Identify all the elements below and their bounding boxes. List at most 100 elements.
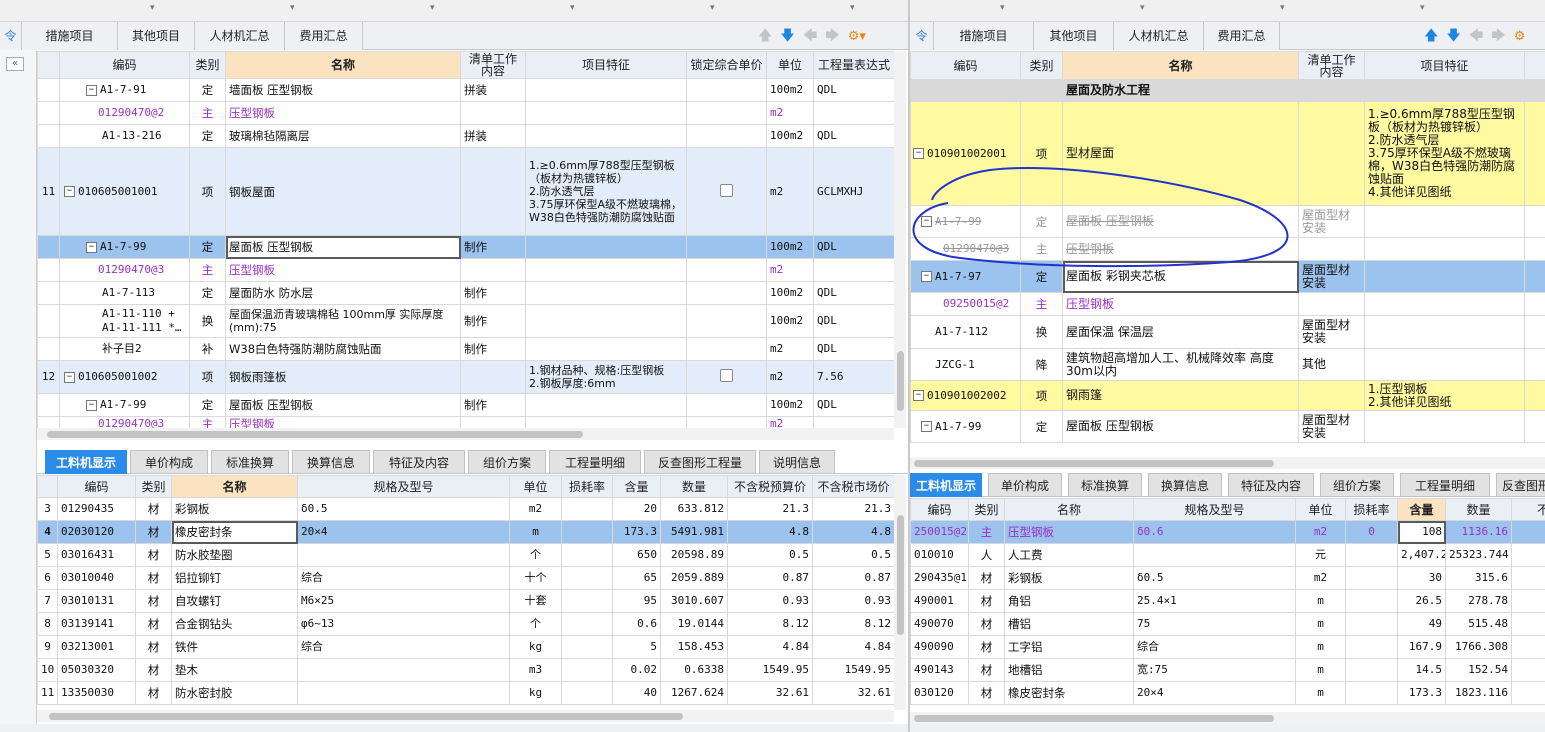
detail-tab[interactable]: 标准换算 [1068,473,1142,497]
settings-icon[interactable]: ⚙ [1514,23,1526,51]
resource-row[interactable]: 490001 材角铝 25.4×1 m 26.5 278.78 [910,589,1545,613]
collapse-toggle-icon[interactable]: − [913,148,924,159]
resource-name[interactable]: 人工费 [1004,543,1134,567]
bill-row[interactable]: 12−010605001002 项钢板雨篷板 1.钢材品种、规格:压型钢板 2.钢板… [37,360,894,394]
detail-tab[interactable]: 组价方案 [468,450,546,474]
resource-row[interactable]: 11 13350030 材防水密封胶 kg 40 1267.624 32.61 32.61 [37,681,894,705]
tab-qingdan[interactable]: 令项 [0,22,22,71]
resource-vscroll[interactable] [894,475,906,710]
tab-measures[interactable]: 措施项目 [22,22,118,50]
resource-row[interactable]: 030120 材橡皮密封条 20×4 m 173.3 1823.116 [910,681,1545,705]
bill-hscroll[interactable] [910,457,1545,469]
item-code[interactable]: 补子目2 [59,337,190,361]
resource-name[interactable]: 铝拉铆钉 [171,566,298,590]
col-work-content[interactable]: 清单工作内容 [1298,51,1365,80]
col-feature[interactable]: 项目特征 [1364,51,1525,80]
down-arrow-icon[interactable]: 🡇 [780,22,794,50]
col-market-price[interactable]: 不含税市场价 [812,475,894,498]
content-qty[interactable]: 650 [612,543,661,567]
col-spec[interactable]: 规格及型号 [1133,498,1296,521]
resource-row[interactable]: 7 03010131 材自攻螺钉 M6×25 十套 95 3010.607 0.93 0.93 [37,589,894,613]
resource-name[interactable]: 角铝 [1004,589,1134,613]
item-code[interactable]: − A1-7-97 [910,260,1021,293]
item-name[interactable]: 屋面保温 保温层 [1062,315,1299,349]
bill-row[interactable]: − A1-7-99 定屋面板 压型钢板 制作 100m2 QDL [37,235,894,259]
bill-row[interactable]: 09250015@2 主压型钢板 [910,292,1545,316]
col-lock[interactable]: 锁定 [1524,51,1545,80]
item-name[interactable]: 压型钢板 [1062,292,1299,316]
bill-row[interactable]: − A1-7-91 定墙面板 压型钢板 拼装 100m2 QDL [37,78,894,102]
tab-fee-summary[interactable]: 费用汇总 [285,22,363,50]
item-name[interactable]: 建筑物超高增加人工、机械降效率 高度30m以内 [1062,348,1299,381]
content-qty[interactable]: 0.02 [612,658,661,682]
item-name[interactable]: W38白色特强防潮防腐蚀贴面 [225,337,461,361]
right-arrow-icon[interactable]: 🡆 [1491,22,1505,50]
col-content[interactable]: 含量 [1397,498,1446,521]
item-name[interactable]: 屋面防水 防水层 [225,281,461,305]
col-name[interactable]: 名称 [171,475,298,498]
col-budget-price[interactable]: 不含税预 [1511,498,1545,521]
item-name[interactable]: 压型钢板 [225,258,461,282]
item-code[interactable]: − A1-7-91 [59,78,190,102]
item-name[interactable]: 玻璃棉毡隔离层 [225,124,461,148]
content-qty[interactable]: 173.3 [612,520,661,544]
content-qty[interactable]: 2,407.2 [1397,543,1446,567]
detail-tab[interactable]: 特征及内容 [373,450,465,474]
resource-row[interactable]: 010010 人人工费 元 2,407.2 25323.744 [910,543,1545,567]
tab-labor-material-summary[interactable]: 人材机汇总 [195,22,285,50]
resource-hscroll[interactable] [37,710,894,722]
col-loss-rate[interactable]: 损耗率 [1345,498,1398,521]
left-arrow-icon[interactable]: 🡄 [803,22,817,50]
lock-checkbox[interactable] [720,183,733,197]
item-code[interactable]: 01290470@3 [59,416,190,428]
item-code[interactable] [910,79,1021,102]
tab-measures[interactable]: 措施项目 [934,22,1034,50]
lock-checkbox[interactable] [720,369,733,382]
item-name[interactable]: 屋面及防水工程 [1062,79,1299,102]
detail-tab[interactable]: 特征及内容 [1228,473,1314,497]
bill-row[interactable]: −010901002001 项型材屋面 1.≥0.6mm厚788型压型钢板（板材为热… [910,101,1545,206]
bill-row[interactable]: A1-7-112 换屋面保温 保温层 屋面型材安装 [910,315,1545,349]
resource-row[interactable]: 290435@1 材彩钢板 δ0.5 m2 30 315.6 [910,566,1545,590]
item-code[interactable]: − A1-7-99 [910,410,1021,443]
detail-tab[interactable]: 组价方案 [1320,473,1394,497]
content-qty[interactable]: 26.5 [1397,589,1446,613]
col-feature[interactable]: 项目特征 [525,51,687,79]
col-name[interactable]: 名称 [225,51,461,79]
item-name[interactable]: 屋面保温沥青玻璃棉毡 100mm厚 实际厚度(mm):75 [225,304,461,338]
collapse-toggle-icon[interactable]: − [86,84,97,96]
collapse-toggle-icon[interactable]: − [86,399,97,411]
item-code[interactable]: A1-7-112 [910,315,1021,349]
bill-row[interactable]: − A1-7-99 定屋面板 压型钢板 制作 100m2 QDL [37,393,894,417]
tab-qingdan[interactable]: 令项 [910,22,934,71]
col-code[interactable]: 编码 [910,498,969,521]
item-code[interactable]: A1-11-110 + A1-11-111 *… [59,304,190,338]
item-code[interactable]: −010901002001 [910,101,1021,206]
detail-tab[interactable]: 标准换算 [211,450,289,474]
up-arrow-icon[interactable]: 🡅 [758,22,772,50]
detail-tab[interactable]: 反查图形工程量 [644,450,756,474]
resource-row[interactable]: 4 02030120 材橡皮密封条 20×4 m 173.3 5491.981 4.8 4.8 [37,520,894,544]
item-name[interactable]: 压型钢板 [225,416,461,428]
collapse-toggle-icon[interactable]: − [921,421,932,432]
content-qty[interactable]: 108 [1397,520,1446,544]
col-code[interactable]: 编码 [910,51,1021,80]
resource-row[interactable]: 6 03010040 材铝拉铆钉 综合 十个 65 2059.889 0.87 0.87 [37,566,894,590]
collapse-toggle-icon[interactable]: − [86,241,97,253]
bill-row[interactable]: A1-11-110 + A1-11-111 *… 换屋面保温沥青玻璃棉毡 100m… [37,304,894,338]
settings-icon[interactable]: ⚙▾ [848,23,866,51]
col-unit[interactable]: 单位 [1295,498,1346,521]
collapse-icon[interactable]: « [6,57,24,71]
resource-name[interactable]: 工字铝 [1004,635,1134,659]
detail-tab[interactable]: 单价构成 [130,450,208,474]
detail-tab[interactable]: 换算信息 [292,450,370,474]
bill-row[interactable]: JZCG-1 降建筑物超高增加人工、机械降效率 高度30m以内 其他 [910,348,1545,381]
bill-row[interactable]: 屋面及防水工程 [910,79,1545,102]
item-name[interactable]: 墙面板 压型钢板 [225,78,461,102]
col-type[interactable]: 类别 [189,51,226,79]
item-name[interactable]: 屋面板 彩钢夹芯板 [1062,260,1299,293]
resource-row[interactable]: 9 03213001 材铁件 综合 kg 5 158.453 4.84 4.84 [37,635,894,659]
resource-row[interactable]: 250015@2 主压型钢板 δ0.6 m2 0 108 1136.16 [910,520,1545,544]
tab-other-items[interactable]: 其他项目 [118,22,195,50]
bill-row[interactable]: 01290470@3 主压型钢板 m2 [37,258,894,282]
